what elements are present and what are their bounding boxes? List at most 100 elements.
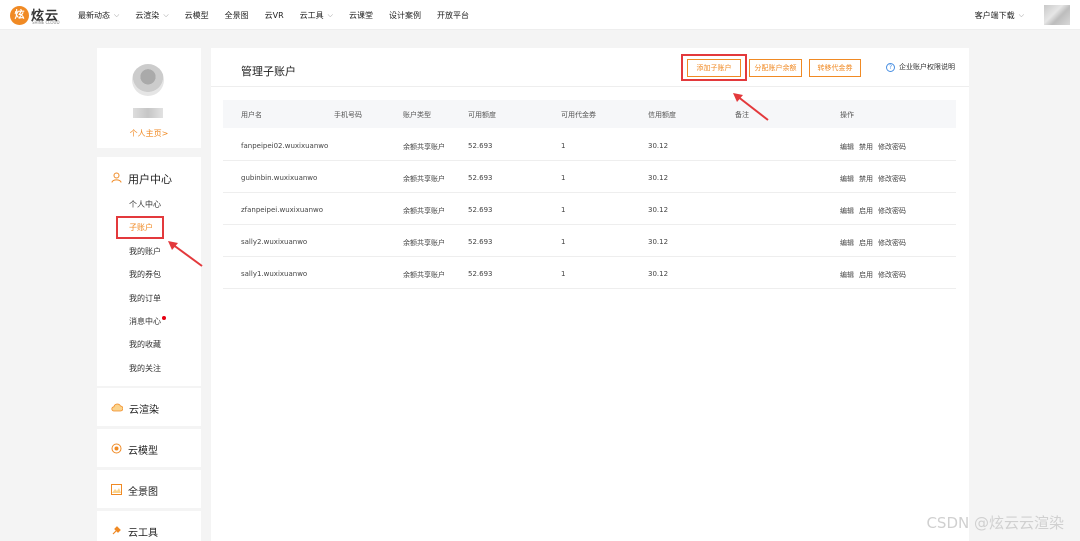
cell-vouchers: 1 (561, 270, 566, 278)
allocate-balance-button[interactable]: 分配账户余额 (749, 59, 802, 77)
user-avatar[interactable] (1044, 5, 1070, 25)
nav-item-cloud-tools[interactable]: 云工具 ⌵ (300, 10, 333, 21)
cell-vouchers: 1 (561, 238, 566, 246)
cell-vouchers: 1 (561, 174, 566, 182)
toggle-status-link[interactable]: 禁用 (859, 174, 873, 184)
user-center-menu: 用户中心 个人中心 子账户 我的账户 我的券包 我的订单 消息中心 我的收藏 我… (97, 157, 201, 386)
chevron-down-icon: ⌵ (327, 10, 333, 19)
section-cloud-model[interactable]: 云模型 (97, 429, 201, 467)
annotation-arrow (733, 93, 769, 121)
cell-credit-limit: 30.12 (648, 238, 669, 246)
cell-available-quota: 52.693 (468, 206, 493, 214)
notification-dot (162, 316, 166, 320)
row-actions: 编辑 禁用 修改密码 (840, 174, 906, 184)
table-row: gubinbin.wuxixuanwo 余额共享账户 52.693 1 30.12 编辑禁… (223, 161, 956, 193)
cell-username: fanpeipei02.wuxixuanwo (241, 142, 329, 150)
edit-link[interactable]: 编辑 (840, 142, 854, 152)
change-password-link[interactable]: 修改密码 (878, 174, 906, 184)
column-header: 账户类型 (403, 111, 431, 119)
column-header: 操作 (840, 111, 854, 119)
toggle-status-link[interactable]: 启用 (859, 206, 873, 216)
menu-item-personal-center[interactable]: 个人中心 (129, 199, 161, 210)
main-panel: 管理子账户 添加子账户 分配账户余额 转移代金券 ? 企业账户权限说明 用户名 … (211, 48, 969, 541)
column-header: 手机号码 (334, 111, 362, 119)
section-cloud-render[interactable]: 云渲染 (97, 388, 201, 426)
column-header: 可用代金券 (561, 111, 596, 119)
table-header: 用户名 手机号码 账户类型 可用额度 可用代金券 信用额度 备注 操作 (223, 100, 956, 128)
avatar[interactable] (132, 64, 164, 96)
column-header: 信用额度 (648, 111, 676, 119)
section-panorama[interactable]: 全景图 (97, 470, 201, 508)
transfer-voucher-button[interactable]: 转移代金券 (809, 59, 861, 77)
cell-username: sally1.wuxixuanwo (241, 270, 308, 278)
add-sub-account-button[interactable]: 添加子账户 (687, 59, 741, 77)
toggle-status-link[interactable]: 启用 (859, 270, 873, 280)
column-header: 用户名 (241, 111, 262, 119)
person-icon (111, 172, 122, 186)
menu-item-orders[interactable]: 我的订单 (129, 293, 161, 304)
client-download-menu[interactable]: 客户端下载 ⌵ (975, 10, 1024, 21)
toggle-status-link[interactable]: 启用 (859, 238, 873, 248)
top-navbar: 炫 炫云 SHINE CLOUD 最新动态 ⌵ 云渲染 ⌵ 云模型 全景图 云VR … (0, 0, 1080, 30)
chevron-down-icon: ⌵ (1018, 10, 1024, 19)
edit-link[interactable]: 编辑 (840, 174, 854, 184)
nav-item-design-cases[interactable]: 设计案例 (389, 10, 421, 21)
change-password-link[interactable]: 修改密码 (878, 206, 906, 216)
row-actions: 编辑 禁用 修改密码 (840, 142, 906, 152)
cell-available-quota: 52.693 (468, 142, 493, 150)
nav-item-cloud-class[interactable]: 云课堂 (349, 10, 373, 21)
menu-item-following[interactable]: 我的关注 (129, 363, 161, 374)
edit-link[interactable]: 编辑 (840, 206, 854, 216)
annotation-arrow (168, 241, 203, 267)
nav-item-news[interactable]: 最新动态 ⌵ (78, 10, 119, 21)
menu-heading[interactable]: 用户中心 (111, 171, 172, 187)
section-cloud-tools[interactable]: 云工具 (97, 511, 201, 541)
menu-item-coupons[interactable]: 我的券包 (129, 269, 161, 280)
cell-credit-limit: 30.12 (648, 142, 669, 150)
watermark: CSDN @炫云云渲染 (926, 514, 1064, 532)
chevron-down-icon: ⌵ (163, 10, 169, 19)
cell-account-type: 余额共享账户 (403, 143, 445, 151)
cell-credit-limit: 30.12 (648, 206, 669, 214)
column-header: 可用额度 (468, 111, 496, 119)
logo[interactable]: 炫 炫云 SHINE CLOUD (10, 5, 66, 25)
cell-available-quota: 52.693 (468, 174, 493, 182)
nav-item-panorama[interactable]: 全景图 (225, 10, 249, 21)
permission-help-link[interactable]: ? 企业账户权限说明 (886, 62, 955, 72)
menu-item-favorites[interactable]: 我的收藏 (129, 339, 161, 350)
chevron-down-icon: ⌵ (114, 10, 120, 19)
cell-credit-limit: 30.12 (648, 174, 669, 182)
profile-card: 个人主页> (97, 48, 201, 148)
change-password-link[interactable]: 修改密码 (878, 142, 906, 152)
cell-account-type: 余额共享账户 (403, 271, 445, 279)
username-blurred (133, 108, 163, 118)
change-password-link[interactable]: 修改密码 (878, 270, 906, 280)
cube-icon (111, 443, 122, 457)
cell-account-type: 余额共享账户 (403, 207, 445, 215)
logo-mark: 炫 (10, 6, 29, 25)
edit-link[interactable]: 编辑 (840, 238, 854, 248)
nav-item-open-platform[interactable]: 开放平台 (437, 10, 469, 21)
cell-available-quota: 52.693 (468, 238, 493, 246)
annotation-highlight-box (116, 216, 164, 239)
cell-credit-limit: 30.12 (648, 270, 669, 278)
cell-username: gubinbin.wuxixuanwo (241, 174, 318, 182)
row-actions: 编辑 启用 修改密码 (840, 238, 906, 248)
change-password-link[interactable]: 修改密码 (878, 238, 906, 248)
cell-vouchers: 1 (561, 206, 566, 214)
menu-item-messages[interactable]: 消息中心 (129, 316, 166, 327)
menu-item-my-account[interactable]: 我的账户 (129, 246, 161, 257)
cell-account-type: 余额共享账户 (403, 175, 445, 183)
nav-item-cloud-render[interactable]: 云渲染 ⌵ (135, 10, 168, 21)
nav-item-cloud-model[interactable]: 云模型 (185, 10, 209, 21)
toggle-status-link[interactable]: 禁用 (859, 142, 873, 152)
cell-username: zfanpeipei.wuxixuanwo (241, 206, 324, 214)
nav-item-cloud-vr[interactable]: 云VR (265, 10, 284, 21)
nav-right: 客户端下载 ⌵ (975, 0, 1070, 30)
cell-account-type: 余额共享账户 (403, 239, 445, 247)
homepage-link[interactable]: 个人主页> (97, 128, 201, 139)
page-title: 管理子账户 (241, 65, 296, 78)
tool-icon (111, 525, 122, 539)
edit-link[interactable]: 编辑 (840, 270, 854, 280)
table-row: fanpeipei02.wuxixuanwo 余额共享账户 52.693 1 30.12… (223, 129, 956, 161)
